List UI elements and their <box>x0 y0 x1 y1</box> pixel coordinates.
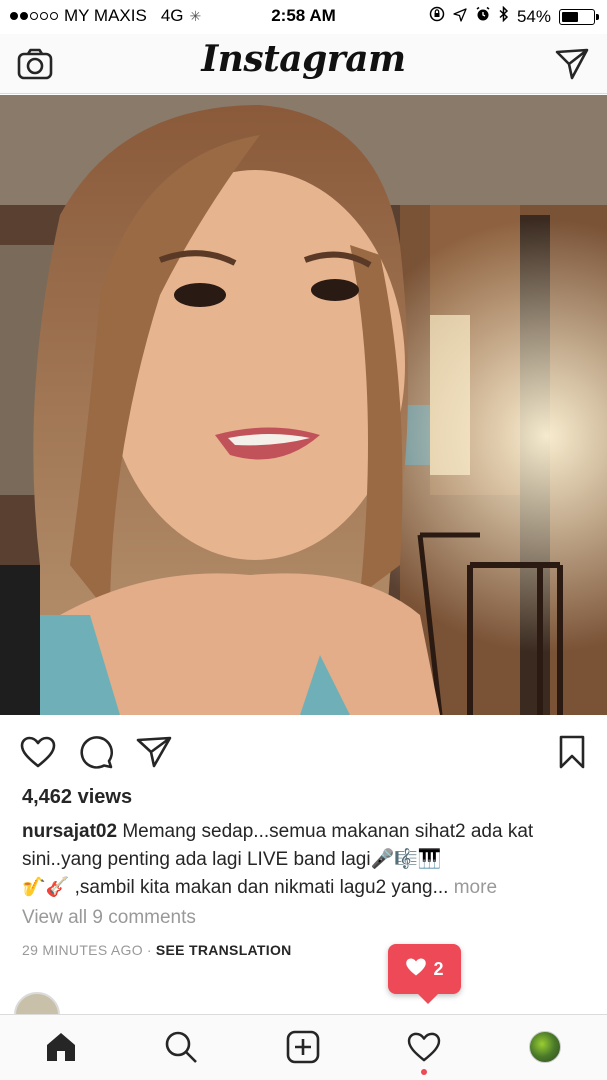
post-video[interactable] <box>0 95 607 715</box>
add-post-icon[interactable] <box>283 1027 323 1067</box>
profile-avatar <box>529 1031 561 1063</box>
post-time-ago: 29 MINUTES AGO <box>22 942 143 958</box>
post-actions <box>0 728 607 776</box>
more-link[interactable]: more <box>454 877 497 898</box>
post-meta: 29 MINUTES AGO · SEE TRANSLATION <box>22 942 292 958</box>
meta-separator: · <box>146 942 152 958</box>
status-bar: MY MAXIS 4G ✳ 2:58 AM 54% <box>0 0 607 34</box>
battery-icon <box>559 8 599 25</box>
bluetooth-icon <box>499 5 509 27</box>
status-right: 54% <box>429 5 599 27</box>
share-icon[interactable] <box>134 732 174 772</box>
like-notification-count: 2 <box>433 958 444 979</box>
alarm-icon <box>475 6 491 27</box>
bottom-tab-bar <box>0 1014 607 1080</box>
instagram-logo: Instagram <box>201 38 406 80</box>
like-heart-icon[interactable] <box>18 732 58 772</box>
activity-notification-dot <box>421 1069 427 1075</box>
bookmark-icon[interactable] <box>552 732 592 772</box>
direct-message-icon[interactable] <box>552 44 592 84</box>
heart-icon <box>405 957 427 982</box>
see-translation-link[interactable]: SEE TRANSLATION <box>156 942 292 958</box>
battery-percent: 54% <box>516 6 551 26</box>
caption-username[interactable]: nursajat02 <box>22 821 117 842</box>
avatar <box>14 992 60 1016</box>
next-post-avatar[interactable] <box>14 992 60 1016</box>
view-all-comments-link[interactable]: View all 9 comments <box>22 907 196 929</box>
caption-text-continued: 🎷🎸 ,sambil kita makan dan nikmati lagu2 … <box>22 877 449 898</box>
rotation-lock-icon <box>429 6 445 27</box>
home-icon[interactable] <box>41 1027 81 1067</box>
search-icon[interactable] <box>161 1027 201 1067</box>
profile-tab[interactable] <box>525 1027 565 1067</box>
post-caption: nursajat02 Memang sedap...semua makanan … <box>22 818 582 902</box>
location-arrow-icon <box>453 7 467 27</box>
top-navigation: Instagram <box>0 34 607 94</box>
like-notification-bubble[interactable]: 2 <box>388 944 461 1004</box>
activity-heart-icon[interactable] <box>404 1027 444 1067</box>
post-video-frame <box>0 95 607 715</box>
view-count[interactable]: 4,462 views <box>22 786 132 809</box>
battery-level <box>562 11 579 22</box>
comment-icon[interactable] <box>76 732 116 772</box>
